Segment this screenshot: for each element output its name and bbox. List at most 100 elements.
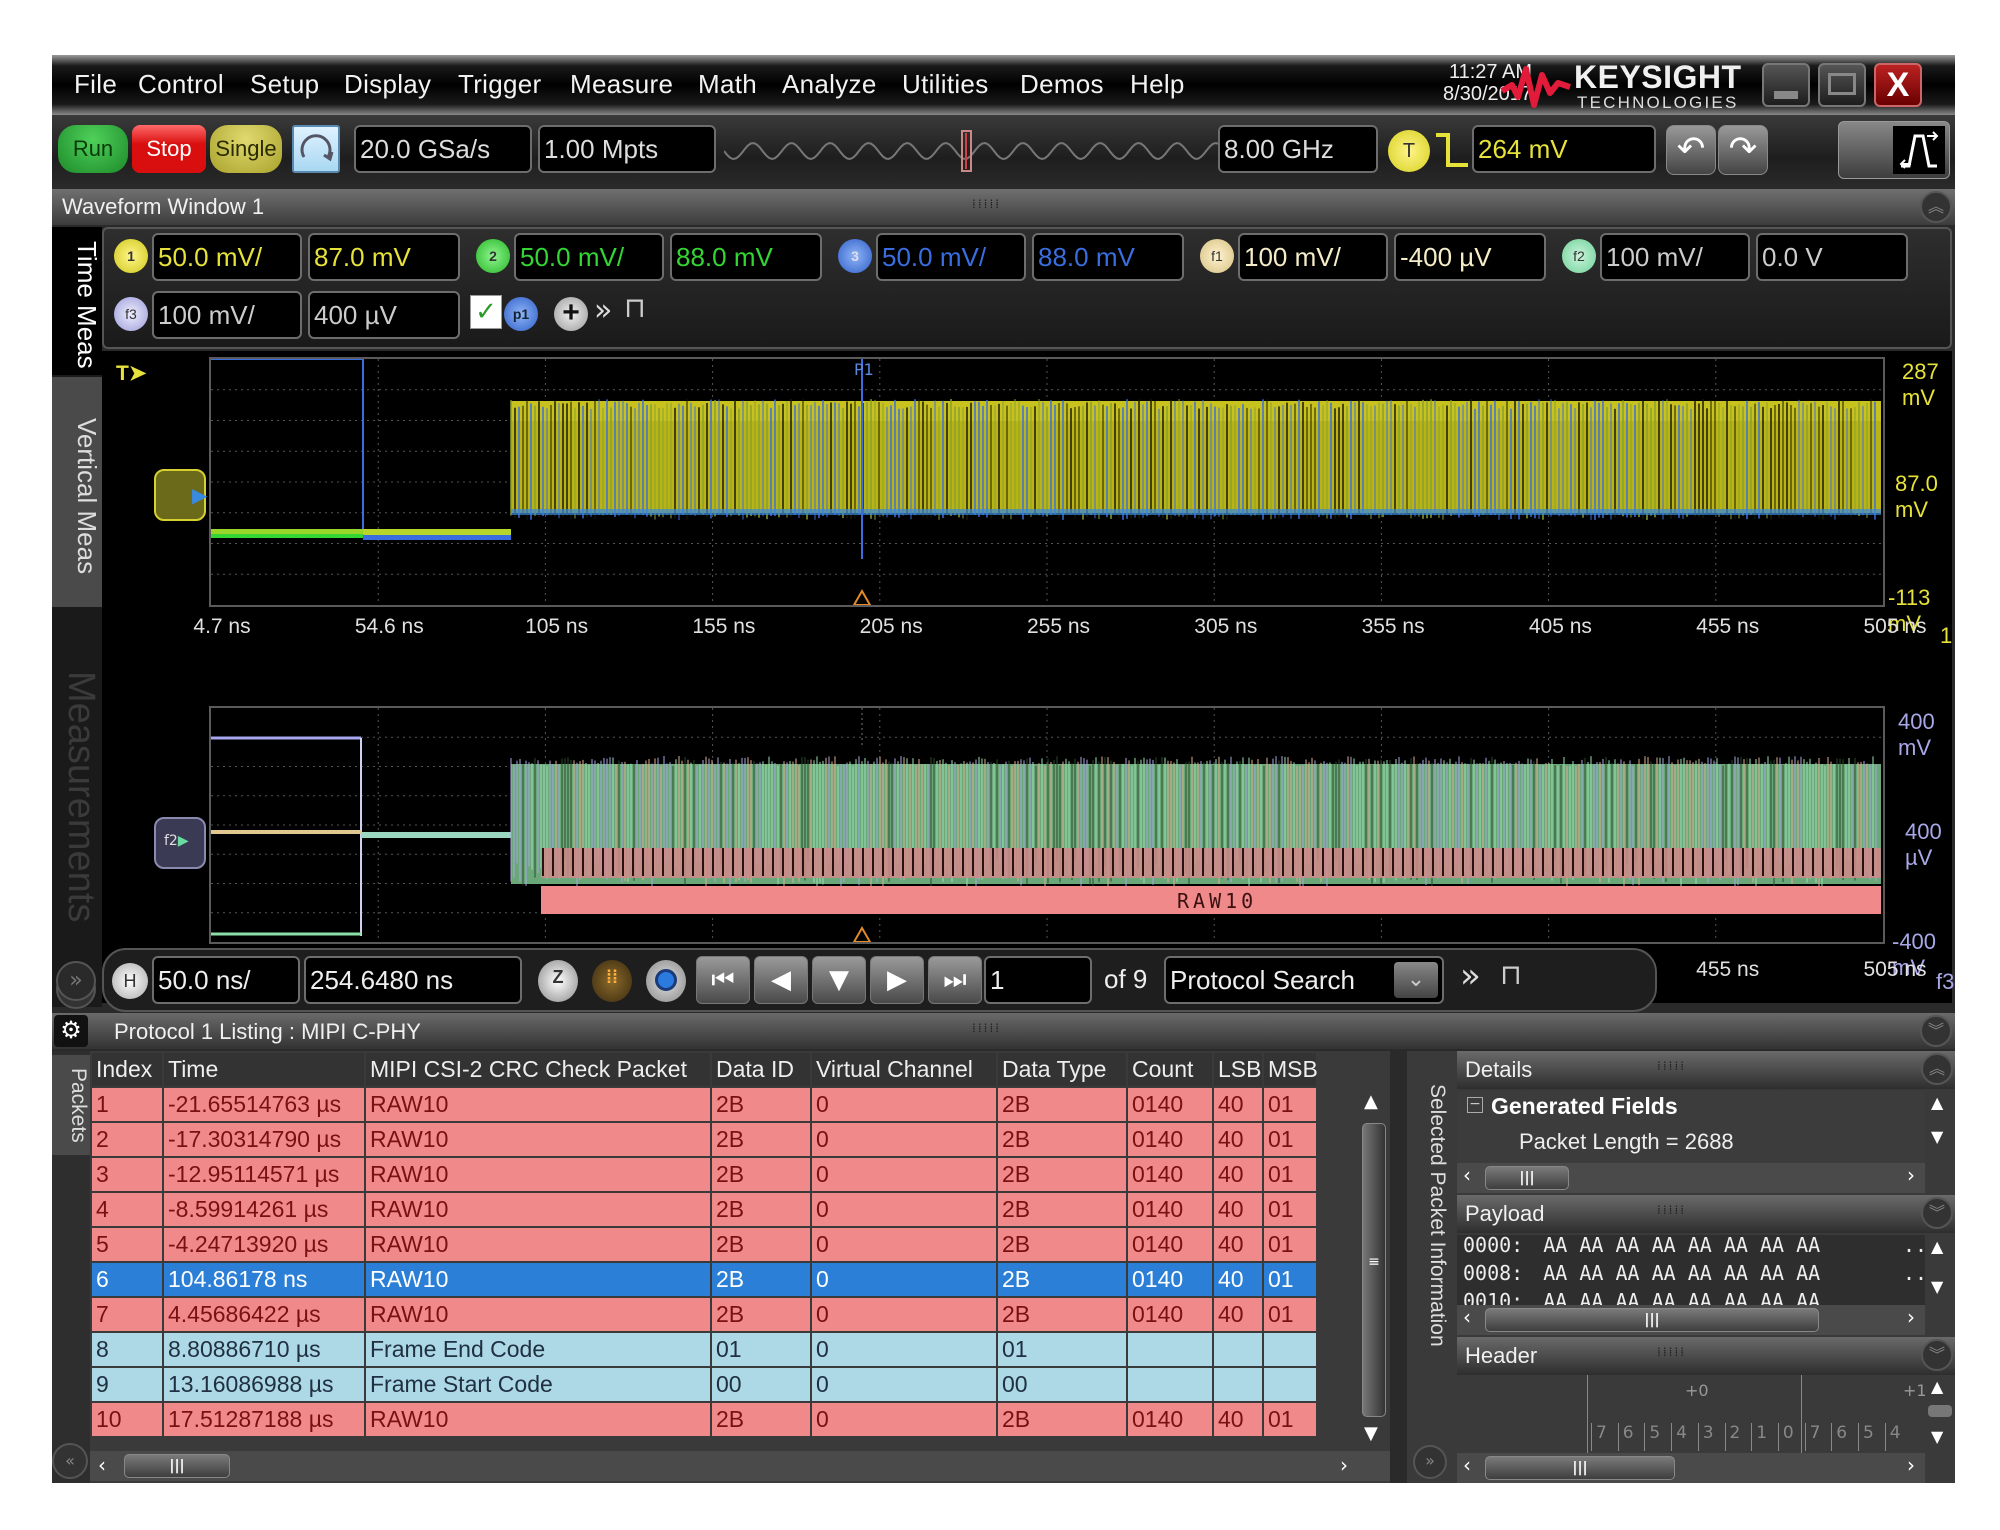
- vertical-scroll-thumb[interactable]: ≡: [1362, 1123, 1386, 1417]
- menu-math[interactable]: Math: [698, 69, 757, 100]
- table-row[interactable]: 4 -8.59914261 µs RAW10 2B 0 2B 0140 40 01: [92, 1193, 1316, 1226]
- table-row[interactable]: 5 -4.24713920 µs RAW10 2B 0 2B 0140 40 01: [92, 1228, 1316, 1261]
- more-channels-icon[interactable]: »: [594, 293, 612, 328]
- packet-length-field[interactable]: Packet Length = 2688: [1519, 1129, 1734, 1155]
- add-channel-button[interactable]: +: [554, 297, 588, 331]
- table-row[interactable]: 9 13.16086988 µs Frame Start Code 00 0 00: [92, 1368, 1316, 1401]
- pin-icon[interactable]: ⊓: [624, 291, 646, 324]
- scroll-up-icon[interactable]: ▲: [1364, 1091, 1378, 1112]
- collapse-up-button[interactable]: ︽: [1920, 191, 1952, 223]
- scroll-down-icon[interactable]: ▼: [1364, 1423, 1378, 1444]
- collapse-down-button[interactable]: ︾: [1920, 1015, 1952, 1047]
- column-header-data-id[interactable]: Data ID: [712, 1053, 810, 1086]
- channel-3-scale[interactable]: 50.0 mV/: [876, 233, 1026, 281]
- redo-button[interactable]: ↷: [1718, 125, 1768, 175]
- expand-right-panel-button[interactable]: »: [1413, 1445, 1447, 1479]
- horizontal-scroll-thumb[interactable]: |||: [124, 1454, 230, 1478]
- trigger-badge[interactable]: T: [1388, 130, 1430, 172]
- scroll-right-icon[interactable]: ›: [1340, 1453, 1348, 1477]
- result-index-field[interactable]: 1: [984, 956, 1092, 1004]
- payload-collapse-button[interactable]: ︾: [1921, 1197, 1953, 1229]
- channel-2-badge[interactable]: 2: [476, 239, 510, 273]
- menu-help[interactable]: Help: [1130, 69, 1185, 100]
- menu-measure[interactable]: Measure: [570, 69, 673, 100]
- scroll-up-icon[interactable]: ▲: [1931, 1237, 1943, 1256]
- scroll-right-icon[interactable]: ›: [1907, 1163, 1915, 1187]
- plot-1-area[interactable]: P1: [209, 357, 1885, 607]
- table-row[interactable]: 7 4.45686422 µs RAW10 2B 0 2B 0140 40 01: [92, 1298, 1316, 1331]
- channel-1-scale[interactable]: 50.0 mV/: [152, 233, 302, 281]
- scroll-left-icon[interactable]: ‹: [98, 1453, 106, 1477]
- drag-grip-icon[interactable]: ⁞⁞⁞⁞⁞: [972, 197, 1001, 211]
- table-row[interactable]: 2 -17.30314790 µs RAW10 2B 0 2B 0140 40 01: [92, 1123, 1316, 1156]
- protocol-listing-titlebar[interactable]: ⚙ Protocol 1 Listing : MIPI C-PHY ⁞⁞⁞⁞⁞ …: [52, 1013, 1955, 1049]
- payload-scroll-thumb[interactable]: |||: [1485, 1308, 1819, 1332]
- sample-rate-field[interactable]: 20.0 GSa/s: [354, 125, 532, 173]
- expand-left-panel-button[interactable]: »: [56, 961, 96, 1001]
- header-collapse-button[interactable]: ︾: [1921, 1339, 1953, 1371]
- table-horizontal-scrollbar[interactable]: ‹ ||| ›: [90, 1451, 1390, 1481]
- waveform-display[interactable]: T➤ P1 ▶ 287 mV 87.0 mV -113 mV 1 4.7 ns 5…: [102, 351, 1954, 1003]
- restore-button[interactable]: [1818, 63, 1866, 107]
- next-result-button[interactable]: ▶: [870, 956, 924, 1004]
- protocol-enable-checkbox[interactable]: ✓: [470, 295, 502, 329]
- scroll-left-icon[interactable]: ‹: [1463, 1163, 1471, 1187]
- chevron-down-icon[interactable]: ⌄: [1394, 962, 1438, 998]
- auto-scale-button[interactable]: [292, 125, 340, 173]
- column-header-lsb[interactable]: LSB: [1214, 1053, 1262, 1086]
- payload-horizontal-scrollbar[interactable]: ‹ ||| ›: [1457, 1305, 1925, 1335]
- menu-analyze[interactable]: Analyze: [782, 69, 877, 100]
- function-1-offset[interactable]: -400 µV: [1394, 233, 1546, 281]
- tab-vertical-meas[interactable]: Vertical Meas: [52, 377, 102, 607]
- header-scroll-thumb-h[interactable]: |||: [1485, 1456, 1675, 1480]
- scroll-up-icon[interactable]: ▲: [1931, 1093, 1943, 1112]
- details-header[interactable]: Details ⁞⁞⁞⁞⁞ ︽: [1457, 1051, 1955, 1089]
- last-result-button[interactable]: ⏭: [928, 956, 982, 1004]
- menu-control[interactable]: Control: [138, 69, 224, 100]
- channel-1-ground-marker[interactable]: ▶: [154, 469, 207, 521]
- horizontal-badge[interactable]: H: [112, 963, 148, 999]
- drag-grip-icon[interactable]: ⁞⁞⁞⁞⁞: [972, 1021, 1001, 1035]
- column-header-time[interactable]: Time: [164, 1053, 364, 1086]
- column-header-mipi-csi-2-crc-check-packet[interactable]: MIPI CSI-2 CRC Check Packet: [366, 1053, 710, 1086]
- function-2-ground-marker[interactable]: f2▶: [154, 817, 206, 869]
- generated-fields-node[interactable]: Generated Fields: [1491, 1093, 1678, 1120]
- minimize-button[interactable]: [1762, 63, 1810, 107]
- waveform-window-titlebar[interactable]: Waveform Window 1 ⁞⁞⁞⁞⁞ ︽: [52, 189, 1955, 225]
- trigger-level-field[interactable]: 264 mV: [1472, 125, 1656, 173]
- function-1-badge[interactable]: f1: [1200, 239, 1234, 273]
- details-collapse-button[interactable]: ︽: [1921, 1053, 1953, 1085]
- column-header-virtual-channel[interactable]: Virtual Channel: [812, 1053, 996, 1086]
- scroll-down-icon[interactable]: ▼: [1931, 1277, 1943, 1296]
- tab-time-meas[interactable]: Time Meas: [52, 227, 102, 375]
- drag-grip-icon[interactable]: ⁞⁞⁞⁞⁞: [1657, 1203, 1686, 1217]
- table-vertical-scrollbar[interactable]: ▲ ≡ ▼: [1358, 1087, 1390, 1447]
- payload-header[interactable]: Payload ⁞⁞⁞⁞⁞ ︾: [1457, 1195, 1955, 1233]
- close-button[interactable]: X: [1874, 63, 1922, 107]
- function-3-scale[interactable]: 100 mV/: [152, 291, 302, 339]
- stop-button[interactable]: Stop: [132, 125, 206, 173]
- menu-file[interactable]: File: [74, 69, 117, 100]
- pin-icon[interactable]: ⊓: [1500, 958, 1522, 991]
- column-header-count[interactable]: Count: [1128, 1053, 1212, 1086]
- scroll-down-icon[interactable]: ▼: [1931, 1127, 1943, 1146]
- channel-2-scale[interactable]: 50.0 mV/: [514, 233, 664, 281]
- plot-2-area[interactable]: RAW10: [209, 706, 1885, 944]
- bandwidth-field[interactable]: 8.00 GHz: [1218, 125, 1378, 173]
- function-3-badge[interactable]: f3: [114, 297, 148, 331]
- memory-depth-field[interactable]: 1.00 Mpts: [538, 125, 716, 173]
- drag-grip-icon[interactable]: ⁞⁞⁞⁞⁞: [1657, 1345, 1686, 1359]
- cursors-button[interactable]: ⁞⁞: [592, 960, 632, 1002]
- tab-packets[interactable]: Packets: [52, 1055, 90, 1155]
- scroll-left-icon[interactable]: ‹: [1463, 1453, 1471, 1477]
- scroll-left-icon[interactable]: ‹: [1463, 1305, 1471, 1329]
- table-row[interactable]: 3 -12.95114571 µs RAW10 2B 0 2B 0140 40 01: [92, 1158, 1316, 1191]
- function-2-offset[interactable]: 0.0 V: [1756, 233, 1908, 281]
- trigger-position-marker[interactable]: [852, 588, 872, 606]
- channel-3-offset[interactable]: 88.0 mV: [1032, 233, 1184, 281]
- channel-3-badge[interactable]: 3: [838, 239, 872, 273]
- trigger-position-marker[interactable]: [852, 925, 872, 943]
- function-2-scale[interactable]: 100 mV/: [1600, 233, 1750, 281]
- falling-edge-icon[interactable]: [1434, 131, 1470, 171]
- protocol-1-badge[interactable]: p1: [504, 297, 538, 331]
